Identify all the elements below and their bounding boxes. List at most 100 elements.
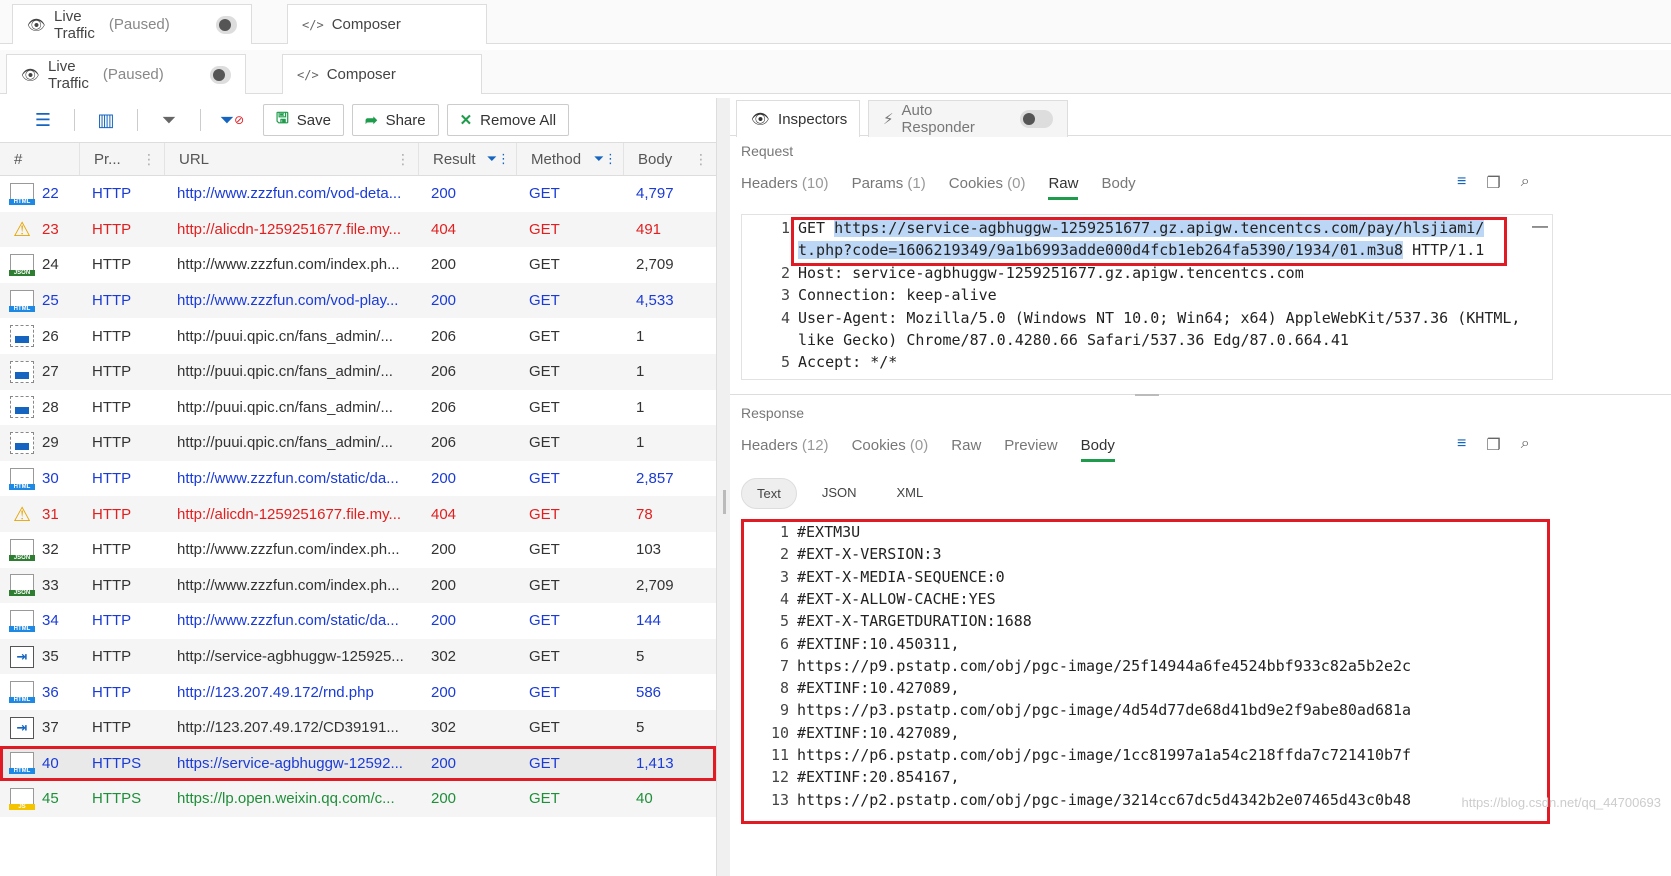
table-row[interactable]: 29 HTTP http://puui.qpic.cn/fans_admin/...…	[0, 425, 716, 461]
auto-responder-toggle[interactable]	[1020, 110, 1053, 128]
cell-method: GET	[529, 220, 560, 238]
table-row[interactable]: 36 HTTP http://123.207.49.172/rnd.php 200 GE…	[0, 674, 716, 710]
splitter-grip[interactable]	[1135, 394, 1159, 396]
eye-icon: 👁	[751, 111, 771, 128]
request-tools: ≡ ❐ ⌕	[1457, 173, 1530, 193]
subtab-cookies[interactable]: Cookies (0)	[852, 437, 929, 454]
search-icon[interactable]: ⌕	[1521, 173, 1530, 193]
column-header-result[interactable]: Result ⏷⋮	[419, 143, 517, 175]
table-row[interactable]: 27 HTTP http://puui.qpic.cn/fans_admin/...…	[0, 353, 716, 390]
subtab-cookies[interactable]: Cookies (0)	[949, 175, 1026, 192]
table-row[interactable]: ⇥ 37 HTTP http://123.207.49.172/CD39191... 3…	[0, 709, 716, 746]
subtab-body[interactable]: Body	[1080, 437, 1116, 462]
table-row[interactable]: ⚠ 31 HTTP http://alicdn-1259251677.file.my.…	[0, 496, 716, 532]
table-row[interactable]: 25 HTTP http://www.zzzfun.com/vod-play... 2…	[0, 282, 716, 319]
response-tools: ≡ ❐ ⌕	[1457, 435, 1530, 455]
cell-result: 404	[431, 505, 457, 523]
share-button[interactable]: ➦ Share	[351, 104, 439, 136]
table-row[interactable]: 32 HTTP http://www.zzzfun.com/index.ph... 2…	[0, 532, 716, 568]
divider	[200, 109, 201, 131]
table-row[interactable]: 24 HTTP http://www.zzzfun.com/index.ph... 2…	[0, 247, 716, 283]
tab-label: Composer	[326, 66, 396, 83]
share-label: Share	[385, 111, 426, 129]
splitter-grip[interactable]	[723, 490, 726, 514]
line-number: 9	[779, 701, 789, 720]
ghost-tab-composer[interactable]: </> Composer	[287, 4, 487, 44]
subtab-preview[interactable]: Preview	[1004, 437, 1057, 454]
table-row[interactable]: 30 HTTP http://www.zzzfun.com/static/da...…	[0, 461, 716, 497]
line-number: 13	[770, 790, 789, 809]
capture-toggle[interactable]	[209, 65, 231, 84]
clear-filter-icon[interactable]: ⏷ ⊘	[209, 105, 255, 135]
cell-method: GET	[529, 576, 560, 594]
column-header-url[interactable]: URL ⋮	[165, 143, 419, 175]
cell-id: 33	[0, 574, 92, 597]
column-header-body[interactable]: Body ⋮	[624, 143, 716, 175]
row-id: 40	[42, 754, 59, 772]
copy-icon[interactable]: ❐	[1486, 173, 1500, 193]
subtab-raw[interactable]: Raw	[951, 437, 981, 454]
table-row[interactable]: 26 HTTP http://puui.qpic.cn/fans_admin/...…	[0, 318, 716, 354]
table-row[interactable]: 40 HTTPS https://service-agbhuggw-12592...…	[0, 745, 716, 782]
filter-icon[interactable]: ⏷⋮	[594, 151, 617, 167]
selected-text: t.php?code=1606219349/9a1b6993adde000d4f…	[798, 241, 1404, 260]
cell-result: 302	[431, 719, 457, 737]
filter-icon[interactable]: ⏷	[146, 105, 192, 135]
tab-composer[interactable]: </> Composer	[282, 54, 482, 94]
cell-protocol: HTTP	[92, 470, 132, 488]
columns-icon[interactable]: ▥	[83, 105, 129, 135]
line-number: 11	[770, 746, 789, 764]
cell-body: 4,533	[636, 292, 674, 310]
table-row[interactable]: ⇥ 35 HTTP http://service-agbhuggw-125925...…	[0, 638, 716, 675]
column-header-method[interactable]: Method ⏷⋮	[517, 143, 624, 175]
format-xml-button[interactable]: XML	[882, 478, 939, 509]
subtab-headers[interactable]: Headers (10)	[741, 175, 829, 192]
table-row[interactable]: 22 HTTP http://www.zzzfun.com/vod-deta... 2…	[0, 176, 716, 212]
subtab-body[interactable]: Body	[1101, 175, 1135, 192]
redirect-icon: ⇥	[10, 645, 34, 668]
table-row[interactable]: 45 HTTPS https://lp.open.weixin.qq.com/c..…	[0, 781, 716, 817]
collapse-icon[interactable]: —	[1532, 218, 1548, 236]
column-header-id[interactable]: #	[0, 143, 80, 175]
cell-url: http://puui.qpic.cn/fans_admin/...	[177, 434, 393, 452]
cell-result: 200	[431, 683, 457, 701]
table-row[interactable]: ⚠ 23 HTTP http://alicdn-1259251677.file.my.…	[0, 211, 716, 248]
cell-method: GET	[529, 256, 560, 274]
kebab-icon[interactable]: ⋮	[396, 151, 410, 168]
line-number: 2	[780, 263, 790, 282]
horizontal-splitter[interactable]	[730, 394, 1671, 398]
subtab-raw[interactable]: Raw	[1048, 175, 1079, 200]
cell-protocol: HTTP	[92, 612, 132, 630]
cell-method: GET	[529, 683, 560, 701]
wrap-icon[interactable]: ≡	[1457, 435, 1466, 455]
table-row[interactable]: 28 HTTP http://puui.qpic.cn/fans_admin/...…	[0, 390, 716, 426]
ghost-tab-live-traffic[interactable]: 👁 Live Traffic (Paused)	[12, 4, 252, 44]
format-json-button[interactable]: JSON	[807, 478, 872, 509]
capture-toggle[interactable]	[215, 15, 237, 34]
tab-auto-responder[interactable]: ⚡ Auto Responder	[868, 100, 1068, 137]
column-header-protocol[interactable]: Pr... ⋮	[80, 143, 165, 175]
tab-inspectors[interactable]: 👁 Inspectors	[736, 100, 860, 137]
subtab-params[interactable]: Params (1)	[852, 175, 926, 192]
response-body-editor[interactable]: 1 #EXTM3U 2 #EXT-X-VERSION:3 3 #EXT-X-MEDIA-S…	[741, 521, 1553, 827]
remove-all-button[interactable]: ✕ Remove All	[446, 104, 570, 136]
table-row[interactable]: 34 HTTP http://www.zzzfun.com/static/da...…	[0, 603, 716, 639]
save-button[interactable]: 🖫 Save	[263, 104, 344, 136]
request-raw-editor[interactable]: 1 GET https://service-agbhuggw-1259251677…	[741, 214, 1553, 380]
cell-url: http://123.207.49.172/rnd.php	[177, 683, 374, 701]
wrap-icon[interactable]: ≡	[1457, 173, 1466, 193]
filter-icon[interactable]: ⏷⋮	[487, 151, 510, 167]
row-id: 25	[42, 292, 59, 310]
tab-live-traffic[interactable]: 👁 Live Traffic (Paused)	[6, 54, 246, 94]
vertical-splitter[interactable]	[716, 98, 730, 876]
copy-icon[interactable]: ❐	[1486, 435, 1500, 455]
search-icon[interactable]: ⌕	[1521, 435, 1530, 455]
table-row[interactable]: 33 HTTP http://www.zzzfun.com/index.ph... 2…	[0, 567, 716, 604]
menu-icon[interactable]: ☰	[20, 105, 66, 135]
html-icon	[9, 467, 35, 490]
kebab-icon[interactable]: ⋮	[142, 151, 156, 168]
kebab-icon[interactable]: ⋮	[694, 151, 708, 168]
subtab-headers[interactable]: Headers (12)	[741, 437, 829, 454]
code-line: https://p3.pstatp.com/obj/pgc-image/4d54…	[797, 701, 1412, 720]
format-text-button[interactable]: Text	[741, 478, 797, 509]
